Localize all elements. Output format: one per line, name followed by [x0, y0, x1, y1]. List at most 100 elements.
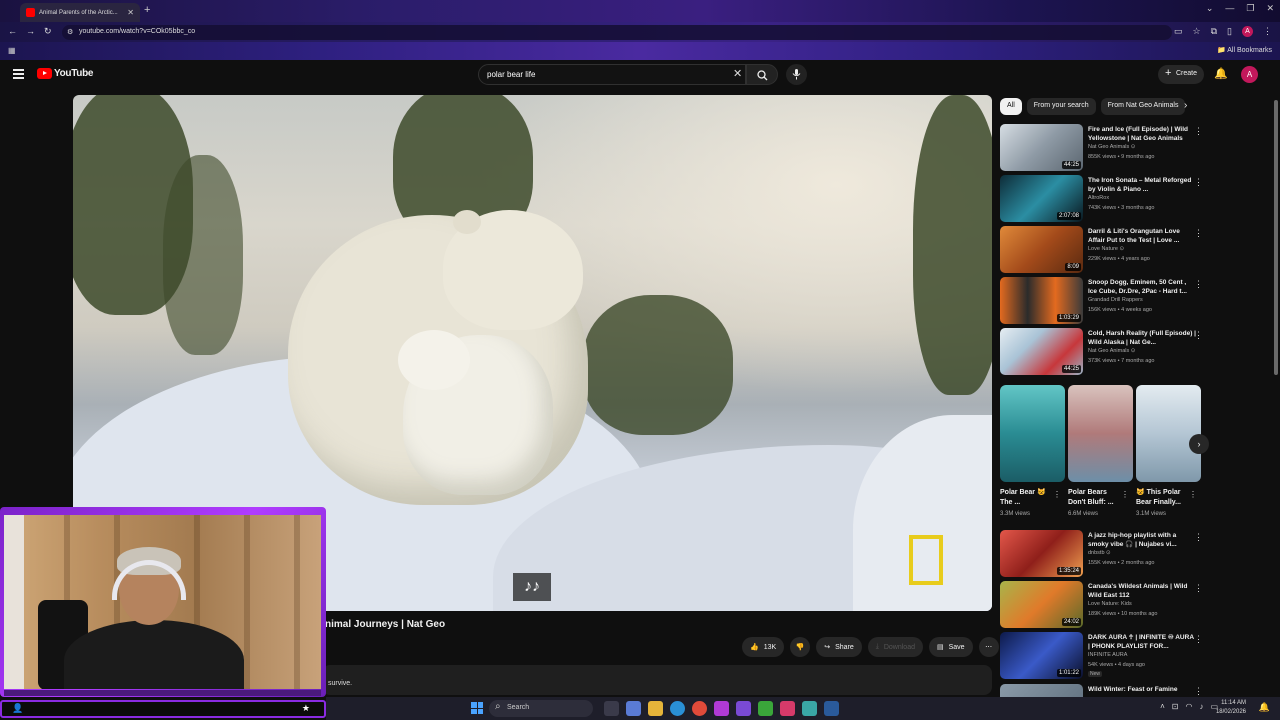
restore-icon[interactable]: ❐	[1246, 3, 1254, 14]
recommendation-item[interactable]: 44:25 Cold, Harsh Reality (Full Episode)…	[1000, 328, 1205, 376]
recommendation-item[interactable]: 1:01:22 DARK AURA ☥ | INFINITE ♾ AURA | …	[1000, 632, 1205, 680]
more-vertical-icon[interactable]: ⋮	[1194, 126, 1203, 137]
clear-search-icon[interactable]: ✕	[733, 67, 742, 80]
recommendation-item[interactable]: 2:07:08 The Iron Sonata – Metal Reforged…	[1000, 175, 1205, 223]
app-icon[interactable]	[802, 701, 817, 716]
chips-next-icon[interactable]: ›	[1184, 100, 1187, 111]
video-thumbnail[interactable]: 1:03:29	[1000, 277, 1083, 324]
video-thumbnail[interactable]: 24:02	[1000, 581, 1083, 628]
network-icon[interactable]: ⊡	[1172, 702, 1179, 711]
site-info-icon[interactable]: ⚙	[67, 28, 73, 36]
short-title[interactable]: 😺 This Polar Bear Finally...	[1136, 488, 1192, 508]
channel-name[interactable]: Nat Geo Animals ⊙	[1088, 144, 1135, 150]
taskbar-clock[interactable]: 11:14 AM 18/02/2026	[1216, 699, 1246, 717]
volume-icon[interactable]: ♪	[1199, 702, 1203, 711]
minimize-icon[interactable]: —	[1225, 3, 1234, 14]
cast-icon[interactable]: ▭	[1174, 26, 1183, 37]
apps-grid-icon[interactable]: ▦	[8, 46, 16, 55]
more-vertical-icon[interactable]: ⋮	[1194, 686, 1203, 697]
new-tab-button[interactable]: +	[144, 4, 150, 16]
kebab-menu-icon[interactable]: ⋮	[1263, 26, 1272, 37]
video-thumbnail[interactable]: 1:35:24	[1000, 530, 1083, 577]
app-icon[interactable]	[736, 701, 751, 716]
search-button[interactable]	[746, 64, 778, 85]
chip-from-nat-geo-animals[interactable]: From Nat Geo Animals	[1100, 98, 1186, 115]
video-thumbnail[interactable]: 8:09	[1000, 226, 1083, 273]
profile-avatar[interactable]: A	[1242, 26, 1253, 37]
save-button[interactable]: ▤ Save	[929, 637, 973, 657]
recommendation-item[interactable]: 1:03:29 Snoop Dogg, Eminem, 50 Cent , Ic…	[1000, 277, 1205, 325]
recommendation-item[interactable]: Wild Winter: Feast or Famine ⋮	[1000, 684, 1205, 697]
more-vertical-icon[interactable]: ⋮	[1194, 583, 1203, 594]
video-description[interactable]: survive.	[322, 665, 992, 695]
short-thumbnail[interactable]	[1000, 385, 1065, 482]
chevron-up-icon[interactable]: ˄	[1160, 702, 1165, 711]
recommendation-title[interactable]: Fire and Ice (Full Episode) | Wild Yello…	[1088, 125, 1196, 143]
recommendation-title[interactable]: Cold, Harsh Reality (Full Episode) | Wil…	[1088, 329, 1196, 347]
short-thumbnail[interactable]	[1136, 385, 1201, 482]
more-vertical-icon[interactable]: ⋮	[1194, 228, 1203, 239]
page-scrollbar[interactable]	[1274, 100, 1278, 375]
share-button[interactable]: ↪ Share	[816, 637, 862, 657]
voice-search-button[interactable]	[786, 64, 807, 85]
more-vertical-icon[interactable]: ⋮	[1194, 177, 1203, 188]
taskbar-search[interactable]: Search	[489, 700, 593, 717]
short-thumbnail[interactable]	[1068, 385, 1133, 482]
recommendation-title[interactable]: A jazz hip-hop playlist with a smoky vib…	[1088, 531, 1196, 549]
windows-start-icon[interactable]	[471, 702, 483, 714]
channel-name[interactable]: Grandad Drill Rappers	[1088, 297, 1143, 303]
shorts-next-icon[interactable]: ›	[1189, 434, 1209, 454]
notifications-bell-icon[interactable]: 🔔	[1214, 67, 1228, 80]
search-input[interactable]: polar bear life	[478, 64, 746, 85]
more-actions-button[interactable]: ⋯	[978, 637, 999, 657]
video-thumbnail[interactable]	[1000, 684, 1083, 697]
back-icon[interactable]: ←	[8, 26, 17, 36]
video-thumbnail[interactable]: 44:25	[1000, 328, 1083, 375]
chip-all[interactable]: All	[1000, 98, 1022, 115]
channel-name[interactable]: Love Nature ⊙	[1088, 246, 1124, 252]
dislike-button[interactable]: 👎	[790, 637, 811, 657]
sidebar-icon[interactable]: ▯	[1227, 26, 1232, 37]
recommendation-item[interactable]: 24:02 Canada's Wildest Animals | Wild Wi…	[1000, 581, 1205, 629]
more-vertical-icon[interactable]: ⋮	[1121, 490, 1129, 499]
steam-icon[interactable]	[824, 701, 839, 716]
recommendation-title[interactable]: Darril & Liti's Orangutan Love Affair Pu…	[1088, 227, 1196, 245]
recommendation-title[interactable]: Wild Winter: Feast or Famine	[1088, 685, 1196, 694]
channel-name[interactable]: AltroRox	[1088, 195, 1109, 201]
chrome-icon[interactable]	[692, 701, 707, 716]
video-thumbnail[interactable]: 2:07:08	[1000, 175, 1083, 222]
task-view-icon[interactable]	[604, 701, 619, 716]
more-vertical-icon[interactable]: ⋮	[1194, 532, 1203, 543]
recommendation-item[interactable]: 1:35:24 A jazz hip-hop playlist with a s…	[1000, 530, 1205, 578]
reload-icon[interactable]: ↻	[44, 26, 52, 37]
recommendation-item[interactable]: 8:09 Darril & Liti's Orangutan Love Affa…	[1000, 226, 1205, 274]
more-vertical-icon[interactable]: ⋮	[1053, 490, 1061, 499]
more-vertical-icon[interactable]: ⋮	[1194, 330, 1203, 341]
youtube-logo[interactable]: YouTube	[37, 68, 94, 79]
create-button[interactable]: Create	[1158, 65, 1204, 84]
wifi-icon[interactable]: ◠	[1185, 702, 1192, 711]
file-explorer-icon[interactable]	[648, 701, 663, 716]
more-vertical-icon[interactable]: ⋮	[1194, 634, 1203, 645]
chip-from-your-search[interactable]: From your search	[1026, 98, 1096, 115]
app-icon[interactable]	[714, 701, 729, 716]
extensions-icon[interactable]: ⧉	[1211, 26, 1217, 37]
more-vertical-icon[interactable]: ⋮	[1194, 279, 1203, 290]
like-button[interactable]: 👍 13K	[742, 637, 785, 657]
video-thumbnail[interactable]: 44:25	[1000, 124, 1083, 171]
bookmark-star-icon[interactable]: ☆	[1193, 26, 1201, 37]
browser-tab[interactable]: Animal Parents of the Arctic... ✕	[20, 3, 140, 22]
recommendation-title[interactable]: The Iron Sonata – Metal Reforged by Viol…	[1088, 176, 1196, 194]
account-avatar[interactable]: A	[1241, 66, 1258, 83]
recommendation-title[interactable]: Snoop Dogg, Eminem, 50 Cent , Ice Cube, …	[1088, 278, 1196, 296]
channel-name[interactable]: dnbstb ⊙	[1088, 550, 1111, 556]
short-title[interactable]: Polar Bears Don't Bluff: ...	[1068, 488, 1124, 508]
channel-name[interactable]: INFINITE AURA	[1088, 652, 1127, 658]
recommendation-title[interactable]: DARK AURA ☥ | INFINITE ♾ AURA | PHONK PL…	[1088, 633, 1196, 651]
forward-icon[interactable]: →	[26, 26, 35, 36]
recommendation-title[interactable]: Canada's Wildest Animals | Wild Wild Eas…	[1088, 582, 1196, 600]
url-bar[interactable]: ⚙ youtube.com/watch?v=COk05bbc_co	[62, 25, 1172, 40]
channel-name[interactable]: Love Nature: Kids	[1088, 601, 1132, 607]
hamburger-menu-icon[interactable]	[13, 69, 24, 79]
download-button[interactable]: ⤓ Download	[867, 637, 923, 657]
